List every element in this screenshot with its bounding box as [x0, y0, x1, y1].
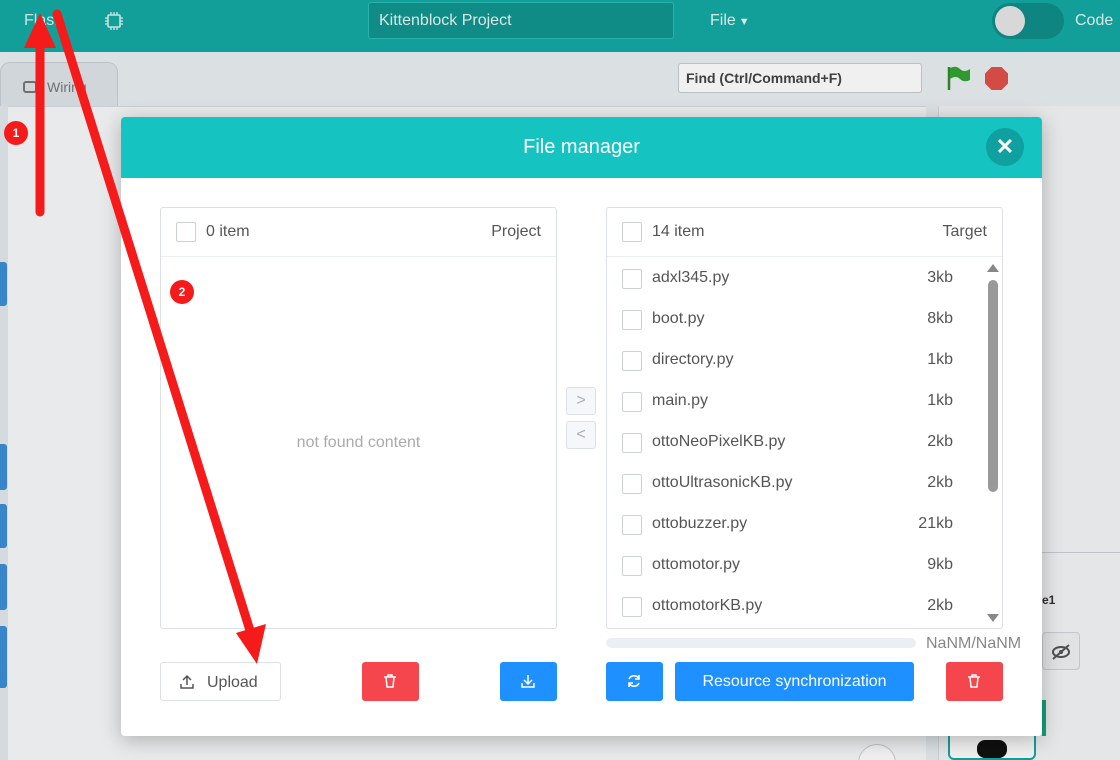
file-row[interactable]: ottoUltrasonicKB.py 2kb: [607, 463, 983, 504]
upload-icon: [180, 674, 194, 689]
file-name: directory.py: [652, 351, 734, 368]
transfer-progress-bar: [606, 638, 916, 648]
file-row[interactable]: directory.py 1kb: [607, 340, 983, 381]
dialog-header: File manager ✕: [121, 117, 1042, 178]
scroll-up-arrow-icon[interactable]: [987, 264, 999, 272]
file-checkbox[interactable]: [622, 351, 642, 371]
file-name: adxl345.py: [652, 269, 730, 286]
file-size: 9kb: [927, 556, 953, 573]
file-name: ottoUltrasonicKB.py: [652, 474, 793, 491]
file-checkbox[interactable]: [622, 269, 642, 289]
file-checkbox[interactable]: [622, 433, 642, 453]
empty-state-text: not found content: [296, 434, 421, 451]
file-row[interactable]: ottoNeoPixelKB.py 2kb: [607, 422, 983, 463]
delete-target-button[interactable]: [946, 662, 1003, 701]
download-icon: [521, 675, 535, 688]
trash-icon: [968, 674, 980, 688]
select-all-project-checkbox[interactable]: [176, 222, 196, 242]
resource-sync-button[interactable]: Resource synchronization: [675, 662, 914, 701]
refresh-icon: [628, 675, 640, 687]
file-size: 2kb: [927, 433, 953, 450]
target-panel-header: 14 item Target: [607, 208, 1002, 257]
file-size: 1kb: [927, 392, 953, 409]
trash-icon: [384, 674, 396, 688]
file-size: 1kb: [927, 351, 953, 368]
select-all-target-checkbox[interactable]: [622, 222, 642, 242]
transfer-right-button[interactable]: >: [566, 387, 596, 415]
file-name: ottomotor.py: [652, 556, 741, 573]
file-row[interactable]: adxl345.py 3kb: [607, 258, 983, 299]
transfer-progress-text: NaNM/NaNM: [926, 635, 1022, 652]
file-manager-dialog: File manager ✕ 0 item Project not found …: [121, 117, 1042, 736]
upload-button[interactable]: Upload: [160, 662, 281, 701]
file-row[interactable]: ottomotorKB.py 2kb: [607, 586, 983, 627]
target-item-count: 14 item: [652, 223, 705, 240]
file-row[interactable]: boot.py 8kb: [607, 299, 983, 340]
file-name: boot.py: [652, 310, 705, 327]
scrollbar-thumb[interactable]: [988, 280, 998, 492]
project-item-count: 0 item: [206, 223, 250, 240]
file-name: main.py: [652, 392, 709, 409]
close-icon[interactable]: ✕: [986, 128, 1024, 166]
file-size: 8kb: [927, 310, 953, 327]
annotation-badge-1: 1: [4, 121, 28, 145]
file-name: ottobuzzer.py: [652, 515, 748, 532]
file-name: ottoNeoPixelKB.py: [652, 433, 786, 450]
upload-label: Upload: [207, 674, 258, 691]
target-panel-title: Target: [942, 223, 987, 240]
file-checkbox[interactable]: [622, 597, 642, 617]
file-name: ottomotorKB.py: [652, 597, 763, 614]
file-checkbox[interactable]: [622, 474, 642, 494]
delete-project-button[interactable]: [362, 662, 419, 701]
file-checkbox[interactable]: [622, 515, 642, 535]
scroll-down-arrow-icon[interactable]: [987, 614, 999, 622]
refresh-button[interactable]: [606, 662, 663, 701]
file-size: 2kb: [927, 597, 953, 614]
dialog-title: File manager: [523, 136, 640, 158]
transfer-left-button[interactable]: <: [566, 421, 596, 449]
target-files-panel: 14 item Target adxl345.py 3kb boot.py 8kb di…: [606, 207, 1003, 629]
annotation-badge-2: 2: [170, 280, 194, 304]
file-checkbox[interactable]: [622, 556, 642, 576]
file-size: 3kb: [927, 269, 953, 286]
file-checkbox[interactable]: [622, 392, 642, 412]
file-checkbox[interactable]: [622, 310, 642, 330]
project-files-panel: 0 item Project not found content: [160, 207, 557, 629]
file-size: 2kb: [927, 474, 953, 491]
file-row[interactable]: ottomotor.py 9kb: [607, 545, 983, 586]
file-size: 21kb: [918, 515, 953, 532]
file-row[interactable]: main.py 1kb: [607, 381, 983, 422]
project-panel-header: 0 item Project: [161, 208, 556, 257]
file-row[interactable]: ottobuzzer.py 21kb: [607, 504, 983, 545]
download-button[interactable]: [500, 662, 557, 701]
project-panel-title: Project: [491, 223, 541, 240]
